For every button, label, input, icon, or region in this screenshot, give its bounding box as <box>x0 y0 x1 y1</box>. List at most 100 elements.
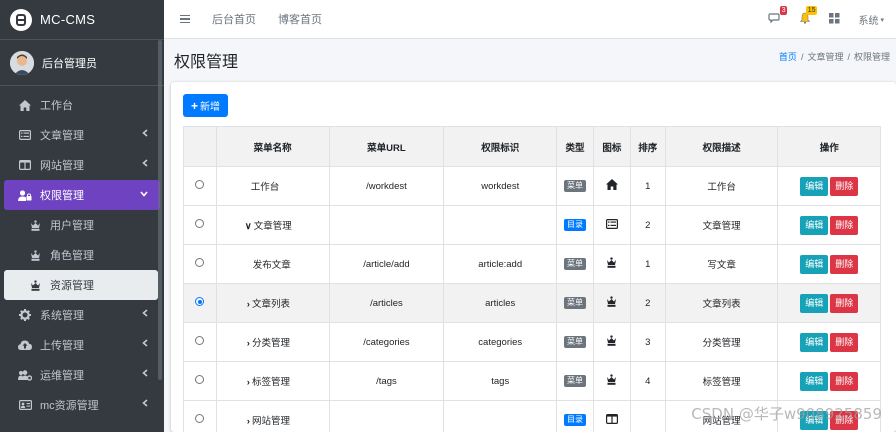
actions-cell: 编辑 删除 <box>777 166 881 206</box>
sidebar-item-label: 权限管理 <box>40 190 84 202</box>
delete-button[interactable]: 删除 <box>830 293 859 313</box>
chevron-right-icon[interactable]: › <box>247 377 250 388</box>
row-radio[interactable] <box>195 297 205 306</box>
sidebar-item-9[interactable]: 运维管理 <box>4 360 160 390</box>
sidebar-item-2[interactable]: 网站管理 <box>4 150 160 180</box>
breadcrumb-current: 权限管理 <box>853 52 890 62</box>
col-menu-name: 菜单名称 <box>215 126 330 167</box>
admin-home-link[interactable]: 后台首页 <box>212 11 256 27</box>
plus-icon: + <box>191 98 199 113</box>
list-alt-icon <box>18 128 32 142</box>
sidebar-item-7[interactable]: 系统管理 <box>4 300 160 330</box>
table-row[interactable]: › 文章列表/articles articles 菜单 2 文章列表 编辑 删除 <box>183 283 881 323</box>
edit-button[interactable]: 编辑 <box>800 254 829 274</box>
sidebar-item-label: 角色管理 <box>50 250 94 262</box>
col-type: 类型 <box>556 126 594 167</box>
actions-cell: 编辑 删除 <box>777 205 881 245</box>
delete-button[interactable]: 删除 <box>830 176 859 196</box>
sidebar-item-0[interactable]: 工作台 <box>4 90 160 120</box>
breadcrumb-item[interactable]: 文章管理 <box>807 52 843 62</box>
row-radio[interactable] <box>195 375 205 384</box>
breadcrumb-home[interactable]: 首页 <box>779 52 797 62</box>
sidebar: MC-CMS 后台管理员 工作台文章管理网站管理权限管理用户管理角色管理资源管理… <box>0 0 164 432</box>
actions-cell: 编辑 删除 <box>777 244 881 284</box>
type-badge: 菜单 <box>564 258 587 270</box>
row-radio[interactable] <box>195 414 205 423</box>
top-navbar: 后台首页 博客首页 3 15 系统 ▾ <box>164 0 896 39</box>
sidebar-item-10[interactable]: mc资源管理 <box>4 390 160 420</box>
type-cell: 目录 <box>556 400 594 432</box>
sidebar-item-5[interactable]: 角色管理 <box>4 240 160 270</box>
edit-button[interactable]: 编辑 <box>800 332 829 352</box>
table-row[interactable]: › 标签管理/tags tags 菜单 4 标签管理 编辑 删除 <box>183 361 881 401</box>
icon-cell <box>592 166 631 206</box>
sidebar-item-8[interactable]: 上传管理 <box>4 330 160 360</box>
sidebar-item-label: 系统管理 <box>40 310 84 322</box>
chess-icon <box>28 248 42 262</box>
table-row[interactable]: 工作台/workdest workdest 菜单 1 工作台 编辑 删除 <box>183 166 881 206</box>
th-large-icon <box>829 12 840 27</box>
sidebar-item-label: 用户管理 <box>50 220 94 232</box>
grid-apps-button[interactable] <box>829 12 840 27</box>
chess-icon <box>606 296 617 310</box>
row-radio[interactable] <box>195 258 205 267</box>
icon-cell <box>592 205 631 245</box>
menu-toggle-icon[interactable] <box>180 13 190 26</box>
type-cell: 目录 <box>556 205 594 245</box>
edit-button[interactable]: 编辑 <box>800 215 829 235</box>
add-button[interactable]: + 新增 <box>183 94 229 117</box>
content-header: 权限管理 首页 / 文章管理 / 权限管理 <box>164 39 896 79</box>
delete-button[interactable]: 删除 <box>830 371 859 391</box>
sidebar-item-6[interactable]: 资源管理 <box>4 270 158 300</box>
messages-button[interactable]: 3 <box>768 6 788 27</box>
chevron-down-icon <box>140 189 148 199</box>
brand[interactable]: MC-CMS <box>0 0 164 40</box>
actions-cell: 编辑 删除 <box>777 322 881 362</box>
chess-icon <box>28 218 42 232</box>
edit-button[interactable]: 编辑 <box>800 293 829 313</box>
row-radio[interactable] <box>195 180 205 189</box>
delete-button[interactable]: 删除 <box>830 254 859 274</box>
notifications-button[interactable]: 15 <box>799 6 818 27</box>
chevron-down-icon[interactable]: ∨ <box>245 221 252 232</box>
menu-name-cell: › 分类管理 <box>215 322 330 362</box>
sidebar-scrollbar[interactable] <box>158 40 162 380</box>
user-panel[interactable]: 后台管理员 <box>0 40 164 86</box>
chevron-right-icon[interactable]: › <box>247 416 250 427</box>
menu-name-cell: › 标签管理 <box>215 361 330 401</box>
columns-icon <box>18 158 32 172</box>
chevron-right-icon[interactable]: › <box>247 338 250 349</box>
sidebar-item-1[interactable]: 文章管理 <box>4 120 160 150</box>
menu-url <box>328 400 445 432</box>
permissions-card: + 新增 菜单名称 菜单URL 权限标识 类型 图标 排序 权限描述 操作 工作台… <box>171 82 896 432</box>
user-name: 后台管理员 <box>42 57 97 70</box>
order-value: 3 <box>629 322 666 362</box>
messages-badge: 3 <box>779 6 788 15</box>
row-radio[interactable] <box>195 336 205 345</box>
chevron-right-icon[interactable]: › <box>247 299 250 310</box>
blog-home-link[interactable]: 博客首页 <box>278 11 322 27</box>
edit-button[interactable]: 编辑 <box>800 371 829 391</box>
chess-icon <box>606 257 617 271</box>
delete-button[interactable]: 删除 <box>830 215 859 235</box>
sidebar-item-label: 文章管理 <box>40 130 84 142</box>
sidebar-item-3[interactable]: 权限管理 <box>4 180 160 210</box>
delete-button[interactable]: 删除 <box>830 332 859 352</box>
order-value: 4 <box>629 361 666 401</box>
order-value: 1 <box>629 244 666 284</box>
table-row[interactable]: ∨ 文章管理 目录 2 文章管理 编辑 删除 <box>183 205 881 245</box>
menu-name: 文章列表 <box>251 299 290 310</box>
row-select-cell <box>183 322 217 362</box>
sidebar-item-4[interactable]: 用户管理 <box>4 210 160 240</box>
system-dropdown[interactable]: 系统 ▾ <box>858 12 884 27</box>
row-select-cell <box>183 205 217 245</box>
table-row[interactable]: › 分类管理/categories categories 菜单 3 分类管理 编辑 删除 <box>183 322 881 362</box>
description: 文章管理 <box>664 205 779 245</box>
table-row[interactable]: 发布文章/article/add article:add 菜单 1 写文章 编辑 删除 <box>183 244 881 284</box>
order-value: 1 <box>629 166 666 206</box>
edit-button[interactable]: 编辑 <box>800 176 829 196</box>
type-badge: 菜单 <box>564 375 587 387</box>
cog-icon <box>18 308 32 322</box>
row-radio[interactable] <box>195 219 205 228</box>
description: 写文章 <box>664 244 779 284</box>
